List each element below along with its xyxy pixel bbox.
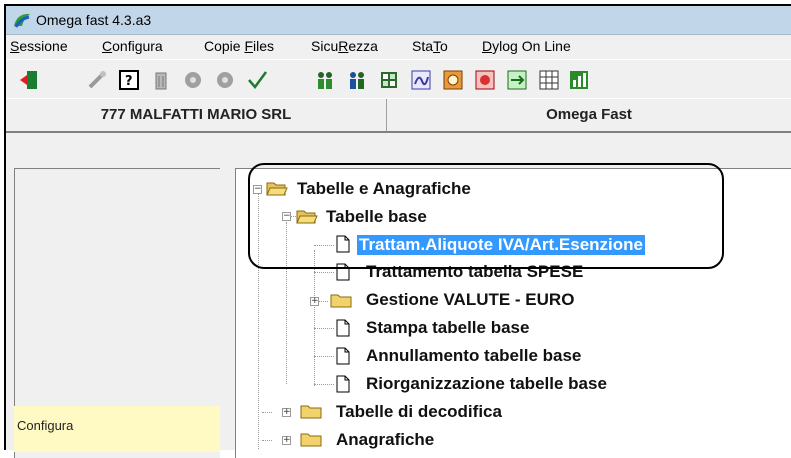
header-bar: 777 MALFATTI MARIO SRL Omega Fast (6, 98, 791, 133)
company-name: 777 MALFATTI MARIO SRL (6, 99, 387, 131)
toolbar: ? (6, 59, 791, 99)
money-icon[interactable] (442, 69, 464, 91)
tree-node-trattamento-tabella-spese[interactable]: Trattamento tabella SPESE (366, 262, 583, 282)
tree-node-annullamento-tabelle-base[interactable]: Annullamento tabelle base (366, 346, 581, 366)
menu-sessione[interactable]: Sessione (10, 38, 68, 54)
folder-open-icon (296, 210, 318, 224)
app-logo-icon (14, 13, 30, 28)
people-icon[interactable] (314, 69, 336, 91)
window-title: Omega fast 4.3.a3 (36, 12, 152, 28)
table-icon[interactable] (538, 69, 560, 91)
document-icon (336, 375, 350, 393)
title-bar: Omega fast 4.3.a3 (6, 6, 791, 35)
person-pair-icon[interactable] (346, 69, 368, 91)
folder-open-icon (266, 182, 288, 196)
signature-icon[interactable] (410, 69, 432, 91)
application-name: Omega Fast (546, 106, 632, 123)
document-icon (336, 263, 350, 281)
money-transfer-icon[interactable] (506, 69, 528, 91)
collapse-icon[interactable]: − (282, 212, 291, 221)
document-icon (336, 347, 350, 365)
tools-icon[interactable] (86, 69, 108, 91)
chart-icon[interactable] (568, 69, 590, 91)
tree-node-tabelle-di-decodifica[interactable]: Tabelle di decodifica (336, 402, 502, 422)
gear-icon[interactable] (182, 69, 204, 91)
folder-icon (300, 433, 322, 447)
tree-node-anagrafiche[interactable]: Anagrafiche (336, 430, 434, 450)
exit-icon[interactable] (18, 69, 40, 91)
menu-dylog-on-line[interactable]: Dylog On Line (482, 38, 571, 54)
document-icon (336, 235, 350, 253)
collapse-icon[interactable]: − (253, 185, 262, 194)
tree-node-gestione-valute-euro[interactable]: Gestione VALUTE - EURO (366, 290, 574, 310)
checkmark-icon[interactable] (246, 69, 268, 91)
menu-sicurezza[interactable]: SicuRezza (311, 38, 378, 54)
tree-node-trattam-aliquote-iva[interactable]: Trattam.Aliquote IVA/Art.Esenzione (357, 235, 646, 255)
tree-node-tabelle-base[interactable]: Tabelle base (326, 207, 427, 227)
tree-node-riorganizzazione-tabelle-base[interactable]: Riorganizzazione tabelle base (366, 374, 607, 394)
gear-icon[interactable] (214, 69, 236, 91)
expand-icon[interactable]: + (282, 408, 291, 417)
menu-stato[interactable]: StaTo (412, 38, 448, 54)
folder-icon (330, 294, 352, 308)
menu-configura[interactable]: Configura (102, 38, 163, 54)
money-alert-icon[interactable] (474, 69, 496, 91)
menu-bar: Sessione Configura Copie Files SicuRezza… (6, 35, 791, 59)
calculator-icon[interactable] (378, 69, 400, 91)
svg-text:?: ? (125, 74, 133, 89)
trash-icon[interactable] (150, 69, 172, 91)
configura-label: Configura (17, 418, 74, 433)
help-icon[interactable]: ? (118, 69, 140, 91)
folder-icon (300, 405, 322, 419)
document-icon (336, 319, 350, 337)
expand-icon[interactable]: + (310, 297, 319, 306)
tree-node-stampa-tabelle-base[interactable]: Stampa tabelle base (366, 318, 529, 338)
tree-node-tabelle-e-anagrafiche[interactable]: Tabelle e Anagrafiche (297, 179, 471, 199)
expand-icon[interactable]: + (282, 436, 291, 445)
menu-copie-files[interactable]: Copie Files (204, 38, 274, 54)
